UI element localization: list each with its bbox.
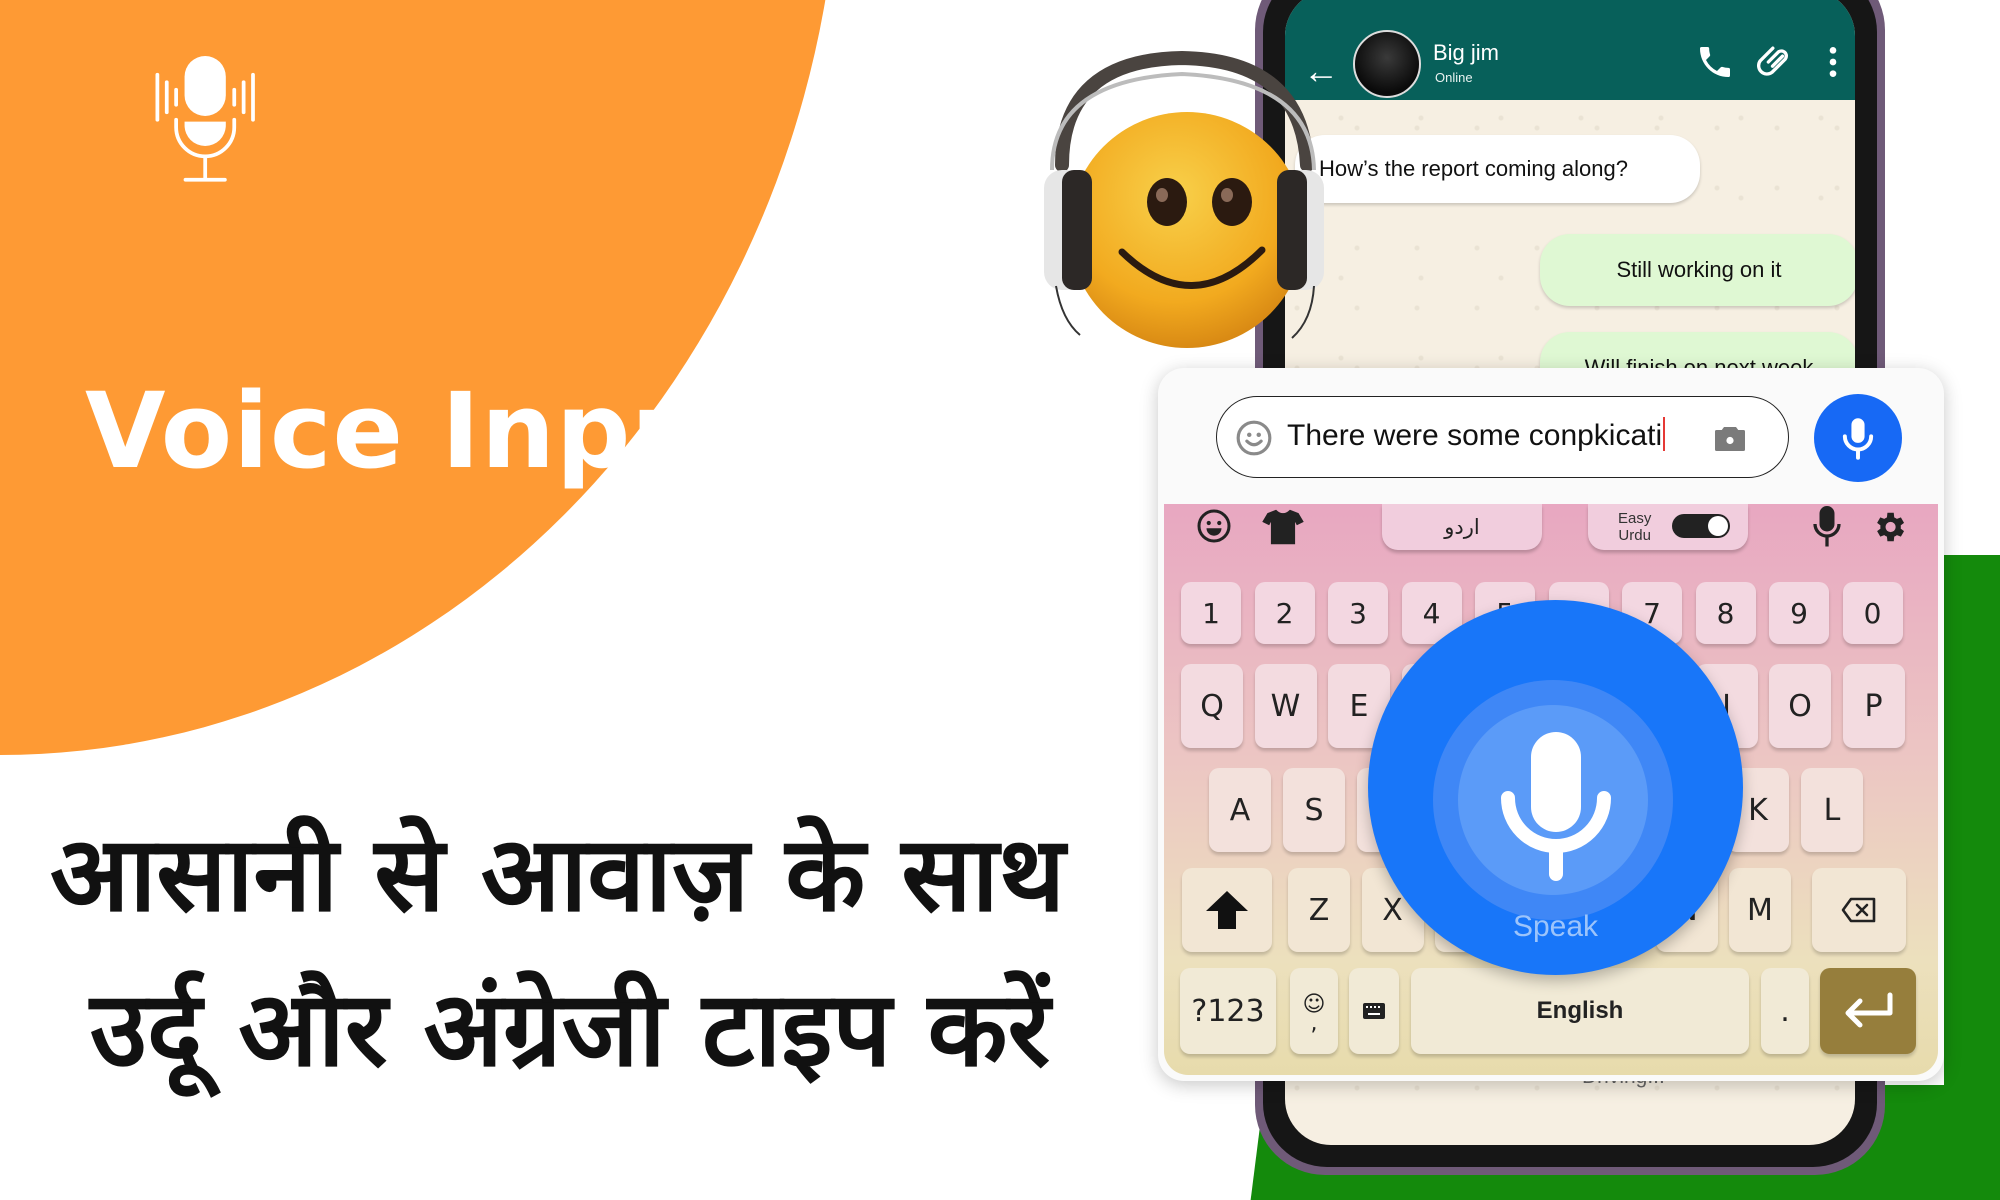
phone-icon[interactable] <box>1695 42 1735 82</box>
key-9[interactable]: 9 <box>1769 582 1829 644</box>
key-o[interactable]: O <box>1769 664 1831 748</box>
hindi-headline-line-2: उर्दू और अंग्रेजी टाइप करें <box>90 968 1051 1090</box>
key-a[interactable]: A <box>1209 768 1271 852</box>
enter-key[interactable] <box>1820 968 1916 1054</box>
microphone-icon <box>1842 418 1874 460</box>
hero-title: Voice Input <box>85 370 758 492</box>
speak-label: Speak <box>1512 910 1599 943</box>
key-z[interactable]: Z <box>1288 868 1350 952</box>
chat-header: ← Big jim Online <box>1285 0 1855 100</box>
comma-label: , <box>1310 1010 1318 1036</box>
keyboard-switch-key[interactable] <box>1349 968 1399 1054</box>
symbols-key[interactable]: ?123 <box>1180 968 1276 1054</box>
emoji-comma-key[interactable]: ☺ , <box>1290 968 1338 1054</box>
emoji-icon[interactable] <box>1235 419 1273 457</box>
enter-arrow-icon <box>1845 992 1893 1028</box>
key-l[interactable]: L <box>1801 768 1863 852</box>
key-0[interactable]: 0 <box>1842 582 1903 644</box>
voice-send-button[interactable] <box>1814 394 1902 482</box>
easy-urdu-label-1: Easy <box>1618 510 1652 527</box>
camera-icon[interactable] <box>1712 421 1748 457</box>
theme-shirt-icon[interactable] <box>1262 508 1304 546</box>
backspace-key[interactable] <box>1812 868 1906 952</box>
period-key[interactable]: . <box>1761 968 1809 1054</box>
contact-status: Online <box>1435 70 1473 85</box>
key-w[interactable]: W <box>1254 664 1317 748</box>
message-input[interactable]: There were some conpkicati <box>1216 396 1789 478</box>
space-bar[interactable]: English <box>1411 968 1749 1054</box>
key-s[interactable]: S <box>1283 768 1345 852</box>
smiley-headphones-emoji <box>1044 50 1324 348</box>
key-q[interactable]: Q <box>1181 664 1243 748</box>
easy-urdu-toggle[interactable] <box>1672 514 1730 538</box>
message-input-value[interactable]: There were some conpkicati <box>1287 419 1662 452</box>
hindi-headline-line-1: आसानी से आवाज़ के साथ <box>50 813 1066 935</box>
message-incoming: How’s the report coming along? <box>1295 135 1700 203</box>
text-cursor <box>1663 417 1666 451</box>
key-p[interactable]: P <box>1842 664 1905 748</box>
more-options-icon[interactable] <box>1813 42 1853 82</box>
backspace-icon <box>1841 897 1876 923</box>
settings-gear-icon[interactable] <box>1870 508 1908 546</box>
attachment-icon[interactable] <box>1755 42 1795 82</box>
key-1[interactable]: 1 <box>1181 582 1241 644</box>
key-2[interactable]: 2 <box>1254 582 1315 644</box>
key-8[interactable]: 8 <box>1695 582 1756 644</box>
easy-urdu-toggle-pill[interactable]: Easy Urdu <box>1588 504 1748 550</box>
microphone-sound-waves-icon <box>155 56 255 182</box>
key-3[interactable]: 3 <box>1328 582 1388 644</box>
microphone-icon <box>1501 732 1611 881</box>
shift-arrow-icon <box>1206 891 1248 929</box>
contact-name: Big jim <box>1433 40 1500 65</box>
urdu-language-button[interactable]: اردو <box>1382 504 1542 550</box>
message-outgoing: Still working on it <box>1540 234 1855 306</box>
emoji-keyboard-icon[interactable] <box>1196 508 1232 544</box>
keyboard-icon <box>1363 1003 1385 1019</box>
voice-input-icon[interactable] <box>1812 506 1842 548</box>
voice-speak-overlay[interactable]: Speak <box>1368 600 1743 975</box>
contact-avatar[interactable] <box>1353 30 1421 98</box>
shift-key[interactable] <box>1182 868 1272 952</box>
easy-urdu-label-2: Urdu <box>1618 527 1651 544</box>
